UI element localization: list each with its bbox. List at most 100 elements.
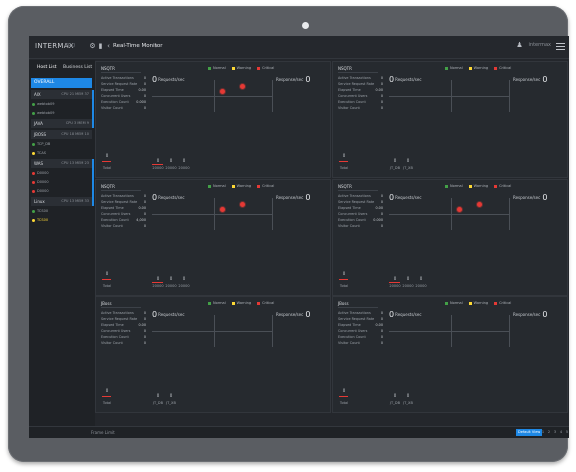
stat-label: Active Transactions: [101, 76, 134, 80]
panel-title[interactable]: JBoss: [338, 301, 349, 306]
stat-row: Execution Count 4,000: [101, 218, 146, 222]
status-dot: [32, 102, 35, 106]
monitor-panel[interactable]: NSQTR Active Transactions 0 Service Request…: [332, 179, 568, 296]
group-info: CPU 18 MEM 10: [61, 132, 89, 136]
chart-axis-x: [389, 214, 509, 215]
bar-total-label: Total: [339, 401, 349, 405]
critical-bubble[interactable]: [220, 89, 225, 94]
monitor-panel[interactable]: NSQTR Active Transactions 0 Service Request…: [95, 179, 331, 296]
stat-row: Elapsed Time 0.00: [338, 206, 383, 210]
user-name[interactable]: intermax: [529, 42, 551, 48]
legend-warning: Warning: [231, 66, 251, 70]
group-jboss[interactable]: JBOSS CPU 18 MEM 10: [31, 130, 92, 139]
stat-value: 4,000: [136, 218, 146, 222]
settings-icon[interactable]: ⚙: [89, 42, 96, 50]
response-value: 0: [305, 75, 311, 84]
group-label: Linux: [34, 199, 45, 204]
bar-marker: [152, 164, 163, 165]
stat-value: 0: [380, 106, 383, 110]
chevron-right-icon[interactable]: ›: [153, 42, 160, 50]
panel-title[interactable]: NSQTR: [101, 66, 115, 71]
status-legend: Normal Warning Critical: [445, 66, 517, 70]
page-4[interactable]: 4: [559, 429, 563, 436]
bar-label: 20000: [178, 284, 190, 288]
critical-bubble[interactable]: [477, 202, 482, 207]
footer-label: Frame Limit: [91, 430, 115, 435]
legend-critical: Critical: [257, 301, 274, 305]
panel-title[interactable]: NSQTR: [101, 184, 115, 189]
user-icon[interactable]: ♟: [516, 41, 523, 49]
agent-item[interactable]: webtob09: [32, 100, 92, 108]
tab-business-list[interactable]: Business List: [63, 65, 92, 70]
bar-count: 0: [393, 393, 397, 398]
monitor-panel[interactable]: JBoss Active Transactions 0 Service Request…: [95, 296, 331, 413]
bar-count: 0: [156, 276, 160, 281]
overall-item[interactable]: OVERALL: [31, 78, 92, 88]
group-aix[interactable]: AIX CPU 21 MEM 37: [31, 90, 92, 99]
menu-icon[interactable]: [556, 41, 565, 50]
response-label: Response/sec 0: [276, 75, 311, 84]
default-view-button[interactable]: Default View: [516, 429, 543, 436]
page-1[interactable]: 1: [541, 429, 545, 436]
panel-divider: [101, 307, 141, 308]
requests-value: 0: [152, 310, 158, 319]
bar-count: 0: [406, 393, 410, 398]
stat-row: Visitor Count 0: [338, 106, 383, 110]
chart-axis-x: [389, 96, 509, 97]
monitor-panel[interactable]: JBoss Active Transactions 0 Service Request…: [332, 296, 568, 413]
requests-value: 0: [152, 75, 158, 84]
stat-row: Service Request Rate 0: [101, 200, 146, 204]
status-dot: [32, 209, 35, 213]
group-java[interactable]: JAVA CPU 3 MEM 9: [31, 119, 92, 128]
panel-title[interactable]: JBoss: [101, 301, 112, 306]
monitor-panel[interactable]: NSQTR Active Transactions 0 Service Request…: [332, 61, 568, 178]
response-value: 0: [542, 310, 548, 319]
agent-item[interactable]: D0000: [32, 169, 92, 177]
chart-axis-y-right: [509, 80, 510, 112]
monitor-panel[interactable]: NSQTR Active Transactions 0 Service Request…: [95, 61, 331, 178]
bookmark-icon[interactable]: ▮: [97, 42, 104, 50]
critical-bubble[interactable]: [240, 202, 245, 207]
panel-title[interactable]: NSQTR: [338, 184, 352, 189]
critical-bubble[interactable]: [457, 207, 462, 212]
legend-critical-swatch: [494, 301, 498, 305]
agent-item[interactable]: TCS00: [32, 207, 92, 215]
stat-row: Execution Count 0.000: [101, 100, 146, 104]
critical-bubble[interactable]: [240, 84, 245, 89]
selection-bar: [92, 90, 94, 128]
stat-label: Elapsed Time: [101, 88, 124, 92]
agent-item[interactable]: webtob09: [32, 109, 92, 117]
agent-item[interactable]: TCS00: [32, 216, 92, 224]
stat-row: Elapsed Time 0.00: [338, 323, 383, 327]
panel-title[interactable]: NSQTR: [338, 66, 352, 71]
page-5[interactable]: 5: [565, 429, 569, 436]
page-2[interactable]: 2: [547, 429, 551, 436]
stat-value: 0.00: [375, 88, 383, 92]
legend-critical: Critical: [257, 184, 274, 188]
group-was[interactable]: WAS CPU 13 MEM 23: [31, 159, 92, 168]
bar-label: 20000: [402, 284, 414, 288]
stat-label: Elapsed Time: [101, 323, 124, 327]
agent-item[interactable]: D0000: [32, 178, 92, 186]
stat-row: Visitor Count 0: [338, 341, 383, 345]
page-3[interactable]: 3: [553, 429, 557, 436]
tab-host-list[interactable]: Host List: [37, 65, 57, 70]
agent-item[interactable]: TCAS: [32, 149, 92, 157]
stat-row: Visitor Count 0: [101, 341, 146, 345]
legend-critical-swatch: [257, 301, 261, 305]
legend-critical: Critical: [257, 66, 274, 70]
stat-label: Elapsed Time: [101, 206, 124, 210]
stat-value: 0: [380, 224, 383, 228]
bar-label: JT_DB: [389, 166, 401, 170]
agent-item[interactable]: D0000: [32, 187, 92, 195]
bar-label: 20000: [178, 166, 190, 170]
chevron-left-icon[interactable]: ‹: [105, 42, 112, 50]
bar-total-count: 0: [105, 153, 109, 158]
response-label: Response/sec 0: [276, 193, 311, 202]
stat-value: 0.00: [138, 323, 146, 327]
group-linux[interactable]: Linux CPU 13 MEM 33: [31, 197, 92, 206]
requests-value: 0: [389, 310, 395, 319]
agent-item[interactable]: TCP_DB: [32, 140, 92, 148]
critical-bubble[interactable]: [220, 207, 225, 212]
legend-normal-label: Normal: [213, 301, 226, 305]
